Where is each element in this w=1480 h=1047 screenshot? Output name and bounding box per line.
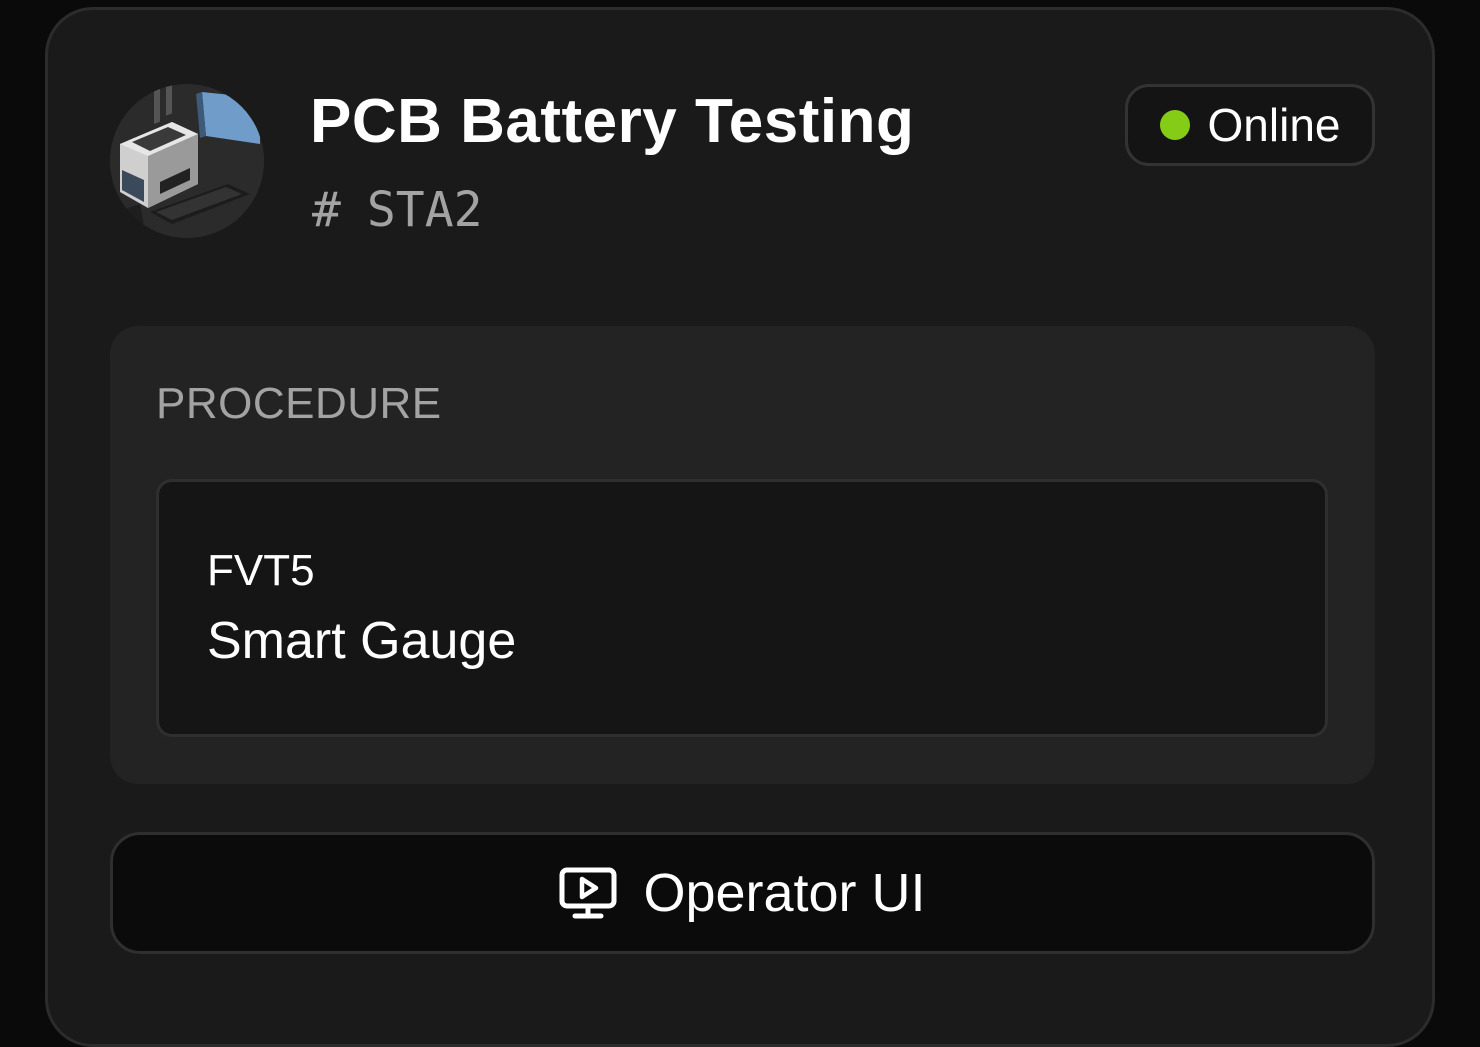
- operator-ui-button[interactable]: Operator UI: [110, 832, 1375, 954]
- station-thumbnail: [110, 84, 264, 238]
- station-id-value: STA2: [366, 182, 483, 238]
- battery-tester-photo: [110, 84, 264, 238]
- procedure-selector[interactable]: FVT5 Smart Gauge: [156, 479, 1328, 737]
- hash-icon: #: [312, 182, 341, 238]
- status-label: Online: [1207, 99, 1341, 151]
- monitor-play-icon: [559, 867, 617, 919]
- station-card: PCB Battery Testing # STA2 Online PROCEDU…: [45, 7, 1435, 1047]
- procedure-name: Smart Gauge: [207, 612, 517, 670]
- station-title: PCB Battery Testing: [310, 87, 915, 156]
- status-badge: Online: [1125, 84, 1375, 166]
- procedure-panel: PROCEDURE FVT5 Smart Gauge: [110, 326, 1375, 784]
- procedure-code: FVT5: [207, 546, 315, 595]
- procedure-section-label: PROCEDURE: [156, 379, 442, 428]
- status-dot-icon: [1159, 110, 1190, 140]
- operator-ui-label: Operator UI: [643, 863, 926, 923]
- station-id: # STA2: [312, 180, 483, 240]
